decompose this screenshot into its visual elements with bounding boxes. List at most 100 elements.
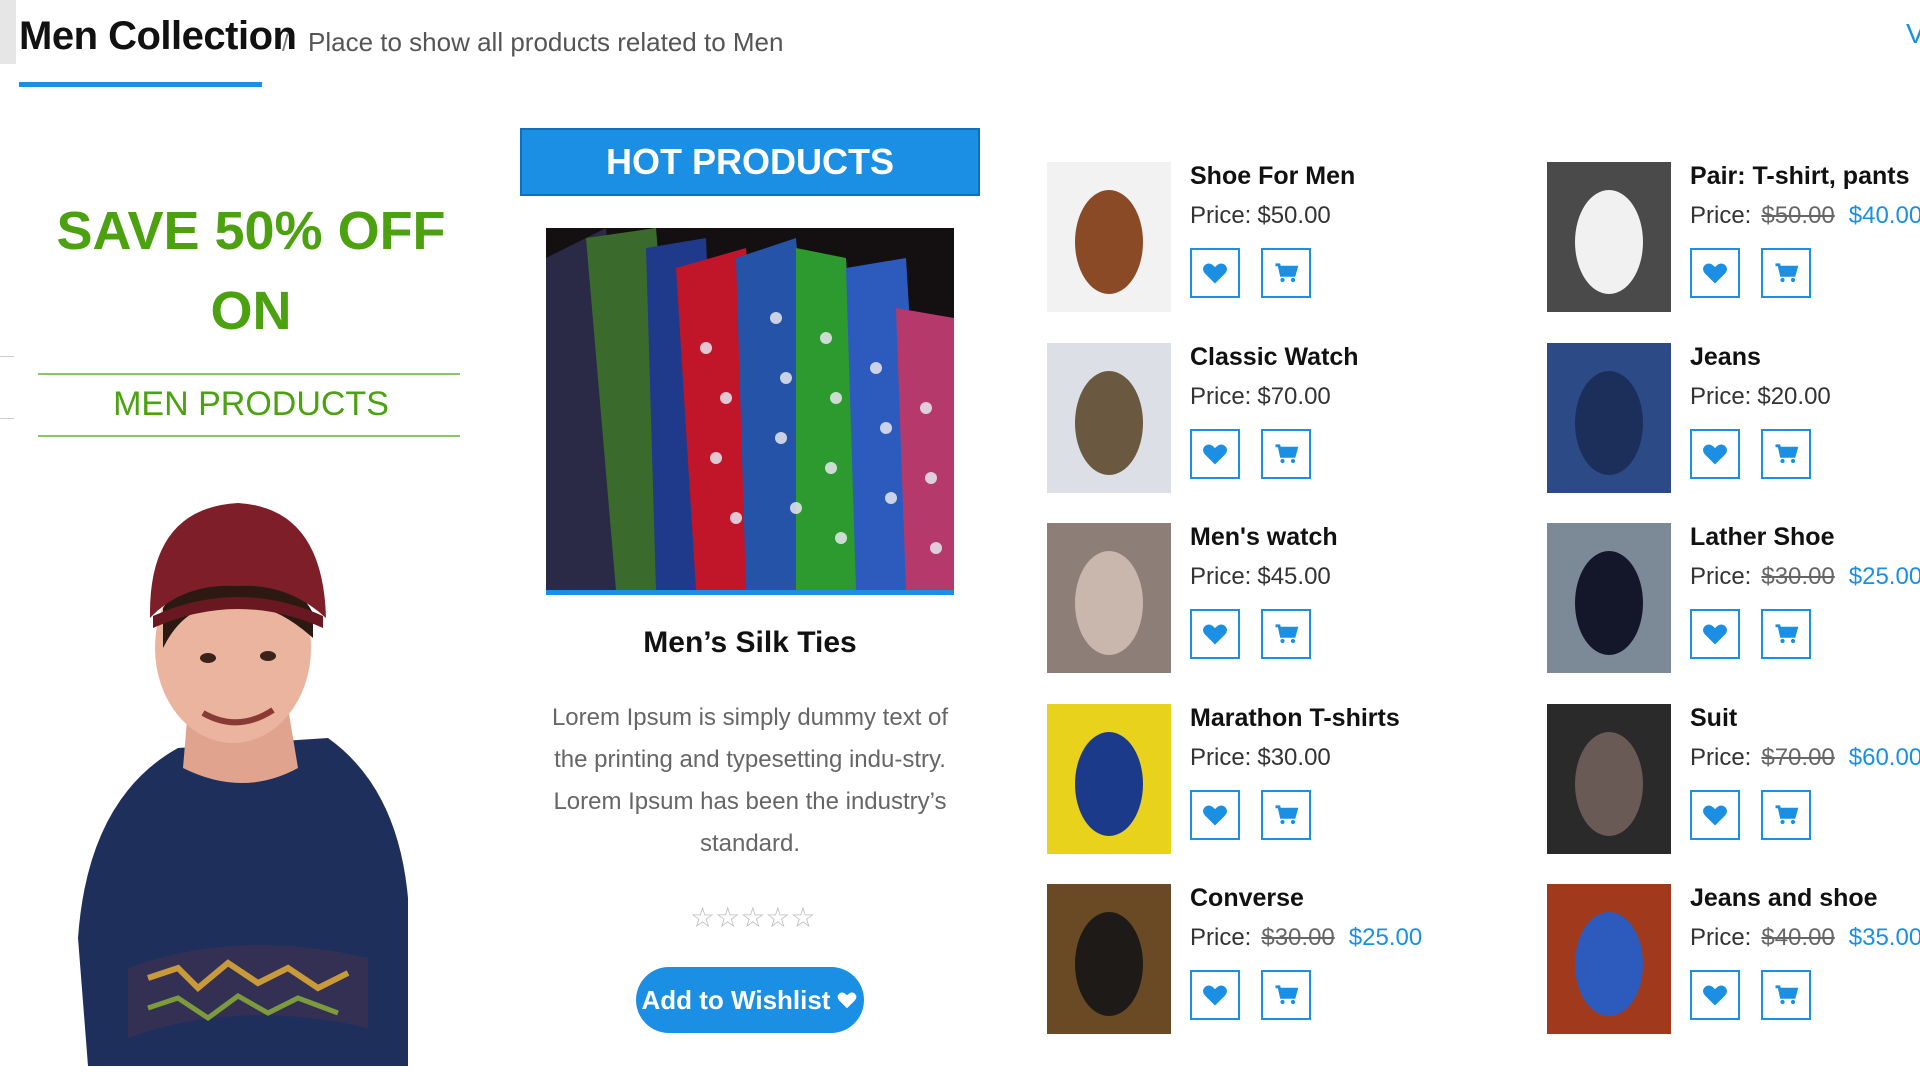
product-card[interactable]: Suit Price: $70.00 $60.00 xyxy=(1547,704,1920,860)
product-price: Price: $30.00 $25.00 xyxy=(1190,924,1422,952)
product-name[interactable]: Jeans and shoe xyxy=(1690,884,1878,913)
product-card[interactable]: Converse Price: $30.00 $25.00 xyxy=(1047,884,1527,1040)
product-price: Price: $40.00 $35.00 xyxy=(1690,924,1920,952)
sale-price: $25.00 xyxy=(1348,924,1423,951)
cart-icon xyxy=(1775,624,1799,644)
wishlist-button[interactable] xyxy=(1690,609,1740,659)
wishlist-button[interactable] xyxy=(1690,970,1740,1020)
product-name[interactable]: Marathon T-shirts xyxy=(1190,704,1400,733)
page-subtitle: Place to show all products related to Me… xyxy=(308,27,784,57)
add-to-cart-button[interactable] xyxy=(1261,970,1311,1020)
heart-icon xyxy=(1703,985,1727,1006)
product-price: Price: $30.00 xyxy=(1190,744,1331,772)
cart-icon xyxy=(1275,263,1299,283)
heart-icon xyxy=(1203,624,1227,645)
product-thumbnail[interactable] xyxy=(1547,343,1671,493)
price-label: Price: xyxy=(1190,744,1252,771)
product-card[interactable]: Classic Watch Price: $70.00 xyxy=(1047,343,1527,499)
cart-icon xyxy=(1275,985,1299,1005)
add-to-cart-button[interactable] xyxy=(1761,248,1811,298)
product-thumbnail[interactable] xyxy=(1547,884,1671,1034)
product-price: Price: $20.00 xyxy=(1690,383,1831,411)
wishlist-button[interactable] xyxy=(1190,609,1240,659)
wishlist-button[interactable] xyxy=(1190,970,1240,1020)
heart-icon xyxy=(1703,263,1727,284)
add-to-cart-button[interactable] xyxy=(1761,970,1811,1020)
price-label: Price: xyxy=(1690,924,1752,951)
sale-price: $35.00 xyxy=(1848,924,1920,951)
price-label: Price: xyxy=(1190,924,1252,951)
product-thumbnail[interactable] xyxy=(1547,704,1671,854)
product-thumbnail[interactable] xyxy=(1047,343,1171,493)
product-card[interactable]: Lather Shoe Price: $30.00 $25.00 xyxy=(1547,523,1920,679)
product-thumbnail[interactable] xyxy=(1047,523,1171,673)
product-name[interactable]: Pair: T-shirt, pants xyxy=(1690,162,1909,191)
promo-divider-top xyxy=(38,373,460,375)
price-value: $70.00 xyxy=(1257,383,1331,410)
product-card[interactable]: Jeans and shoe Price: $40.00 $35.00 xyxy=(1547,884,1920,1040)
promo-headline-on: ON xyxy=(210,281,292,341)
product-card[interactable]: Pair: T-shirt, pants Price: $50.00 $40.00 xyxy=(1547,162,1920,318)
featured-product-title[interactable]: Men’s Silk Ties xyxy=(520,626,980,660)
star-rating[interactable]: ☆☆☆☆☆ xyxy=(690,901,816,934)
product-card[interactable]: Jeans Price: $20.00 xyxy=(1547,343,1920,499)
add-to-cart-button[interactable] xyxy=(1261,248,1311,298)
product-name[interactable]: Shoe For Men xyxy=(1190,162,1355,191)
promo-subtitle: MEN PRODUCTS xyxy=(113,385,389,423)
product-card[interactable]: Men's watch Price: $45.00 xyxy=(1047,523,1527,679)
add-to-cart-button[interactable] xyxy=(1761,790,1811,840)
price-value: $30.00 xyxy=(1257,744,1331,771)
sale-price: $40.00 xyxy=(1848,202,1920,229)
product-name[interactable]: Converse xyxy=(1190,884,1304,913)
product-price: Price: $50.00 xyxy=(1190,202,1331,230)
cart-icon xyxy=(1275,805,1299,825)
product-card[interactable]: Marathon T-shirts Price: $30.00 xyxy=(1047,704,1527,860)
wishlist-button[interactable] xyxy=(1190,248,1240,298)
add-to-cart-button[interactable] xyxy=(1261,609,1311,659)
add-to-cart-button[interactable] xyxy=(1761,609,1811,659)
product-price: Price: $30.00 $25.00 xyxy=(1690,563,1920,591)
product-thumbnail[interactable] xyxy=(1047,704,1171,854)
product-price: Price: $70.00 xyxy=(1190,383,1331,411)
wishlist-button[interactable] xyxy=(1190,790,1240,840)
view-all-link[interactable]: V xyxy=(1906,18,1920,50)
wishlist-button[interactable] xyxy=(1190,429,1240,479)
product-thumbnail[interactable] xyxy=(1547,523,1671,673)
wishlist-button[interactable] xyxy=(1690,429,1740,479)
title-underline xyxy=(19,82,262,87)
heart-icon xyxy=(1703,624,1727,645)
heart-icon xyxy=(1703,444,1727,465)
header-left-strip xyxy=(0,0,16,64)
product-name[interactable]: Classic Watch xyxy=(1190,343,1359,372)
product-price: Price: $50.00 $40.00 xyxy=(1690,202,1920,230)
product-card[interactable]: Shoe For Men Price: $50.00 xyxy=(1047,162,1527,318)
product-thumbnail[interactable] xyxy=(1547,162,1671,312)
product-thumbnail[interactable] xyxy=(1047,884,1171,1034)
product-price: Price: $45.00 xyxy=(1190,563,1331,591)
heart-icon xyxy=(1703,805,1727,826)
page-header: Men Collection / Place to show all produ… xyxy=(0,0,1920,100)
price-label: Price: xyxy=(1190,563,1252,590)
product-name[interactable]: Lather Shoe xyxy=(1690,523,1834,552)
add-to-cart-button[interactable] xyxy=(1761,429,1811,479)
price-label: Price: xyxy=(1690,383,1752,410)
promo-divider-bottom xyxy=(38,435,460,437)
wishlist-button[interactable] xyxy=(1690,790,1740,840)
product-name[interactable]: Men's watch xyxy=(1190,523,1338,552)
price-value: $50.00 xyxy=(1257,202,1331,229)
wishlist-button[interactable] xyxy=(1690,248,1740,298)
old-price: $50.00 xyxy=(1761,202,1835,229)
add-to-cart-button[interactable] xyxy=(1261,790,1311,840)
product-name[interactable]: Suit xyxy=(1690,704,1737,733)
cart-icon xyxy=(1775,444,1799,464)
product-thumbnail[interactable] xyxy=(1047,162,1171,312)
add-to-cart-button[interactable] xyxy=(1261,429,1311,479)
price-value: $20.00 xyxy=(1757,383,1831,410)
cart-icon xyxy=(1775,805,1799,825)
featured-product-image[interactable] xyxy=(546,228,954,590)
price-label: Price: xyxy=(1690,202,1752,229)
product-name[interactable]: Jeans xyxy=(1690,343,1761,372)
add-to-wishlist-label: Add to Wishlist xyxy=(641,984,831,1015)
add-to-wishlist-button[interactable]: Add to Wishlist xyxy=(636,967,864,1033)
left-edge-mark xyxy=(0,356,14,357)
